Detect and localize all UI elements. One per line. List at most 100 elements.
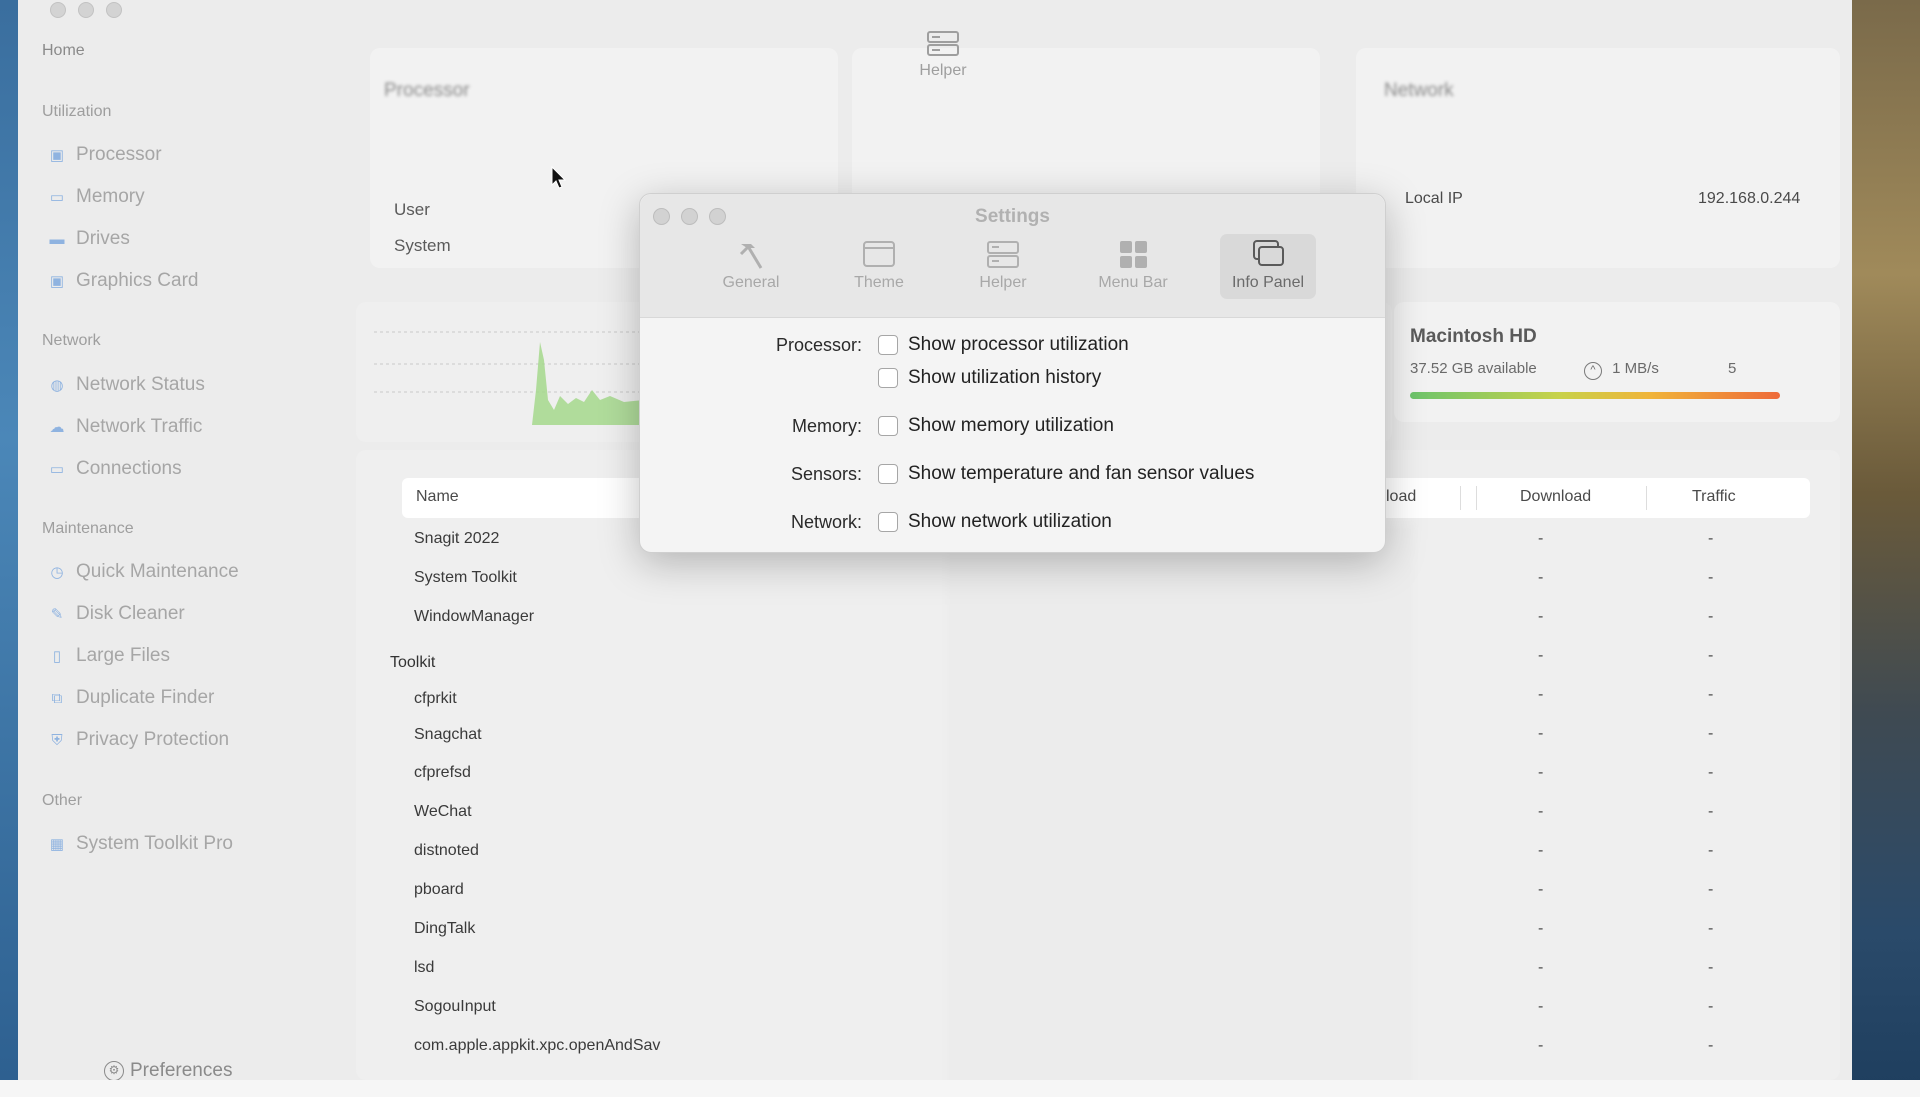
shield-icon: ⛨ bbox=[51, 731, 63, 749]
sidebar-item-memory[interactable]: ▭ Memory bbox=[48, 184, 145, 210]
checkbox[interactable] bbox=[878, 335, 898, 355]
cell-traffic: - bbox=[1708, 998, 1714, 1015]
ghost-helper-toolbar-item: Helper bbox=[898, 30, 988, 80]
sidebar-item-connections[interactable]: ▭ Connections bbox=[48, 456, 182, 482]
table-row[interactable]: distnoted bbox=[414, 842, 479, 860]
checkbox[interactable] bbox=[878, 512, 898, 532]
checkbox[interactable] bbox=[878, 416, 898, 436]
show-network-utilization-checkbox[interactable]: Show network utilization bbox=[878, 511, 1112, 533]
column-separator bbox=[1646, 486, 1647, 510]
cell-download: - bbox=[1538, 764, 1544, 781]
sidebar-item-home[interactable]: Home bbox=[42, 42, 85, 60]
table-row[interactable]: SogouInput bbox=[414, 998, 496, 1016]
table-row[interactable]: lsd bbox=[414, 959, 434, 977]
sidebar-item-network-traffic[interactable]: ☁ Network Traffic bbox=[48, 414, 203, 440]
cell-download: - bbox=[1538, 686, 1544, 703]
sidebar-item-label: Drives bbox=[76, 228, 130, 249]
sidebar-item-quick-maintenance[interactable]: ◷ Quick Maintenance bbox=[48, 559, 238, 585]
app-window: Home Utilization ▣ Processor ▭ Memory ▬ … bbox=[18, 0, 1852, 1095]
sidebar-section-maintenance: Maintenance bbox=[42, 520, 134, 537]
sensors-label: Sensors: bbox=[790, 464, 862, 484]
table-row[interactable]: cfprefsd bbox=[414, 764, 471, 782]
file-icon: ▯ bbox=[52, 648, 62, 665]
table-row[interactable]: WindowManager bbox=[414, 608, 534, 626]
network-card: Network bbox=[1356, 48, 1840, 268]
show-sensor-values-checkbox[interactable]: Show temperature and fan sensor values bbox=[878, 463, 1254, 485]
sidebar-item-label: Processor bbox=[76, 144, 162, 165]
sidebar-item-drives[interactable]: ▬ Drives bbox=[48, 226, 130, 252]
tab-label: Theme bbox=[854, 274, 904, 291]
bottom-band bbox=[0, 1080, 1920, 1097]
column-header-download[interactable]: Download bbox=[1520, 488, 1591, 506]
checkbox-label: Show network utilization bbox=[908, 511, 1112, 532]
preferences-button[interactable]: ⚙ Preferences bbox=[104, 1060, 232, 1082]
ghost-helper-label: Helper bbox=[919, 62, 967, 79]
tab-general[interactable]: General bbox=[703, 234, 799, 299]
network-card-title: Network bbox=[1384, 80, 1454, 101]
checkbox[interactable] bbox=[878, 464, 898, 484]
table-row[interactable]: WeChat bbox=[414, 803, 472, 821]
cell-download: - bbox=[1538, 530, 1544, 547]
table-row[interactable]: DingTalk bbox=[414, 920, 475, 938]
sidebar-item-graphics-card[interactable]: ▣ Graphics Card bbox=[48, 268, 199, 294]
grid-icon bbox=[1120, 241, 1147, 268]
column-header-name[interactable]: Name bbox=[416, 488, 459, 506]
cell-download: - bbox=[1538, 1037, 1544, 1054]
table-row[interactable]: Snagit 2022 bbox=[414, 530, 499, 548]
sidebar-item-network-status[interactable]: ◍ Network Status bbox=[48, 372, 204, 398]
cell-download: - bbox=[1538, 647, 1544, 664]
table-row[interactable]: System Toolkit bbox=[414, 569, 517, 587]
sidebar-item-label: Connections bbox=[76, 458, 182, 479]
checkbox[interactable] bbox=[878, 368, 898, 388]
sidebar-section-other: Other bbox=[42, 792, 83, 809]
sidebar-item-label: Memory bbox=[76, 186, 145, 207]
cell-traffic: - bbox=[1708, 842, 1714, 859]
tab-theme[interactable]: Theme bbox=[831, 234, 927, 299]
cell-traffic: - bbox=[1708, 569, 1714, 586]
checkbox-label: Show processor utilization bbox=[908, 334, 1129, 355]
table-row[interactable]: com.apple.appkit.xpc.openAndSav bbox=[414, 1037, 660, 1055]
desktop-wallpaper-left bbox=[0, 0, 18, 1097]
network-label: Network: bbox=[790, 512, 862, 532]
disk-available: 37.52 GB available bbox=[1410, 360, 1537, 377]
cell-download: - bbox=[1538, 608, 1544, 625]
cell-download: - bbox=[1538, 881, 1544, 898]
tab-label: Helper bbox=[979, 274, 1027, 291]
cell-traffic: - bbox=[1708, 725, 1714, 742]
sidebar-item-duplicate-finder[interactable]: ⧉ Duplicate Finder bbox=[48, 685, 215, 711]
column-header-traffic[interactable]: Traffic bbox=[1692, 488, 1736, 506]
tab-menu-bar[interactable]: Menu Bar bbox=[1085, 234, 1181, 299]
table-row[interactable]: cfprkit bbox=[414, 690, 457, 708]
sidebar-item-disk-cleaner[interactable]: ✎ Disk Cleaner bbox=[48, 601, 185, 627]
show-processor-utilization-checkbox[interactable]: Show processor utilization bbox=[878, 334, 1129, 356]
processor-icon: ▣ bbox=[49, 147, 65, 164]
cpu-user-label: User bbox=[394, 200, 430, 219]
column-header-upload[interactable]: load bbox=[1386, 488, 1416, 506]
sidebar-item-large-files[interactable]: ▯ Large Files bbox=[48, 643, 170, 669]
duplicate-icon: ⧉ bbox=[51, 689, 63, 707]
column-separator bbox=[1476, 486, 1477, 510]
tab-label: Menu Bar bbox=[1098, 274, 1168, 291]
sidebar-item-label: Disk Cleaner bbox=[76, 603, 185, 624]
table-row[interactable]: Snagchat bbox=[414, 726, 482, 744]
sidebar-item-privacy-protection[interactable]: ⛨ Privacy Protection bbox=[48, 727, 229, 753]
app-icon: ▦ bbox=[49, 836, 65, 853]
show-memory-utilization-checkbox[interactable]: Show memory utilization bbox=[878, 415, 1114, 437]
cell-traffic: - bbox=[1708, 803, 1714, 820]
sidebar-item-processor[interactable]: ▣ Processor bbox=[48, 142, 162, 168]
settings-dialog: Settings General Theme Helper Menu Bar I… bbox=[639, 193, 1386, 553]
sidebar-item-label: Network Traffic bbox=[76, 416, 203, 437]
tab-helper[interactable]: Helper bbox=[955, 234, 1051, 299]
disk-usage-bar bbox=[1410, 392, 1780, 399]
tab-info-panel[interactable]: Info Panel bbox=[1220, 234, 1316, 299]
sidebar-item-label: System Toolkit Pro bbox=[76, 833, 233, 854]
cell-traffic: - bbox=[1708, 686, 1714, 703]
show-utilization-history-checkbox[interactable]: Show utilization history bbox=[878, 367, 1101, 389]
info-panel-icon bbox=[1253, 240, 1284, 266]
cpu-system-label: System bbox=[394, 236, 451, 255]
settings-title: Settings bbox=[975, 206, 1050, 227]
cell-traffic: - bbox=[1708, 530, 1714, 547]
sidebar-item-system-toolkit-pro[interactable]: ▦ System Toolkit Pro bbox=[48, 831, 233, 857]
blurred-column bbox=[946, 525, 1414, 1095]
table-row[interactable]: pboard bbox=[414, 881, 464, 899]
